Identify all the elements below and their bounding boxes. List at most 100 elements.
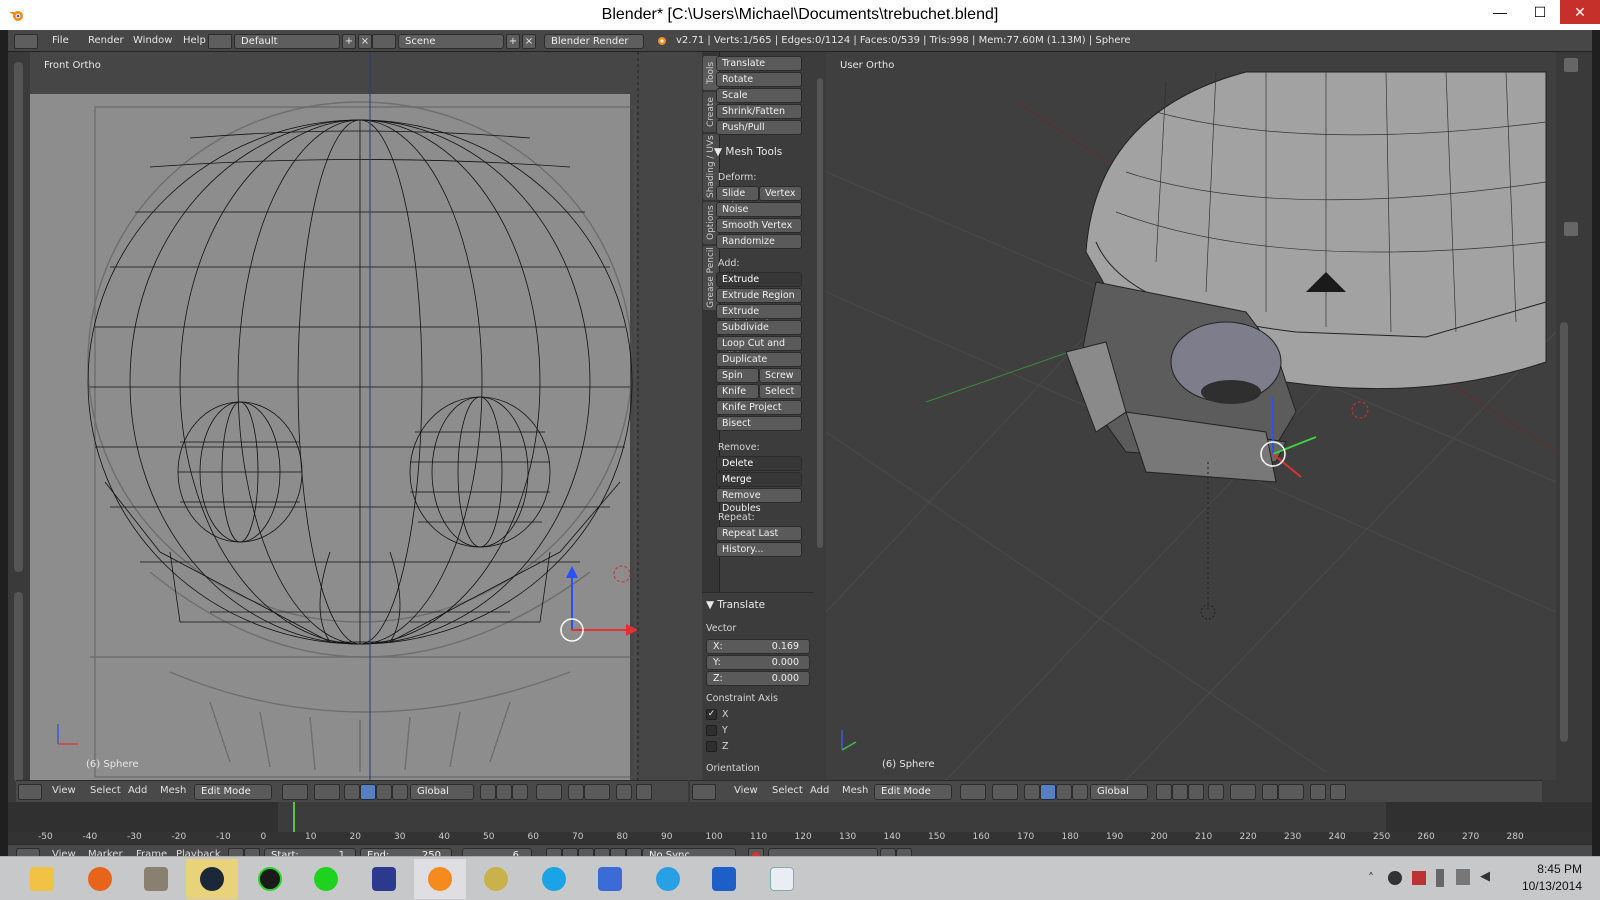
maximize-button[interactable]: ☐: [1520, 0, 1560, 24]
view-settings-icon[interactable]: [1564, 222, 1578, 236]
vector-y-field[interactable]: Y: 0.000: [706, 655, 810, 670]
menu-view[interactable]: View: [734, 785, 758, 796]
magnet-snap-icon[interactable]: [1262, 784, 1278, 800]
manipulator-toggle-icon[interactable]: [344, 784, 360, 800]
menu-select[interactable]: Select: [772, 785, 803, 796]
layout-icon[interactable]: [208, 34, 232, 49]
pivot-point-icon[interactable]: [314, 784, 340, 800]
scale-manipulator-icon[interactable]: [1072, 784, 1088, 800]
extrude-region-button[interactable]: Extrude Region: [716, 288, 802, 303]
viewport-shading-icon[interactable]: [282, 784, 308, 800]
randomize-button[interactable]: Randomize: [716, 234, 802, 249]
spin-button[interactable]: Spin: [716, 368, 759, 383]
edge-select-icon[interactable]: [496, 784, 512, 800]
tray-chevron-icon[interactable]: ˄: [1368, 871, 1374, 885]
rotate-manipulator-icon[interactable]: [376, 784, 392, 800]
menu-window[interactable]: Window: [129, 33, 176, 49]
render-preview-icon[interactable]: [1310, 784, 1326, 800]
push-pull-button[interactable]: Push/Pull: [716, 120, 802, 135]
current-frame-cursor[interactable]: [293, 802, 296, 832]
face-select-icon[interactable]: [512, 784, 528, 800]
camera-icon[interactable]: [636, 784, 652, 800]
remove-layout-icon[interactable]: ×: [358, 34, 372, 49]
slide-edge-button[interactable]: Slide Ed: [716, 186, 759, 212]
merge-dropdown[interactable]: Merge: [716, 472, 802, 487]
remote-desktop-icon[interactable]: [584, 859, 636, 899]
add-scene-icon[interactable]: +: [506, 34, 520, 49]
occlude-geometry-icon[interactable]: [1208, 784, 1224, 800]
screw-button[interactable]: Screw: [759, 368, 802, 383]
loop-cut-slide-button[interactable]: Loop Cut and Slide: [716, 336, 802, 362]
close-button[interactable]: ✕: [1560, 0, 1600, 24]
translate-manipulator-icon[interactable]: [360, 784, 376, 800]
bisect-button[interactable]: Bisect: [716, 416, 802, 431]
user-ortho-viewport[interactable]: User Ortho (6) Sphere: [826, 52, 1556, 780]
menu-add[interactable]: Add: [128, 785, 147, 796]
proportional-edit-icon[interactable]: [536, 784, 562, 800]
paint-icon[interactable]: [470, 859, 522, 899]
pivot-point-icon[interactable]: [992, 784, 1018, 800]
menu-file[interactable]: File: [48, 33, 73, 49]
volume-icon[interactable]: ◀: [1480, 869, 1494, 885]
editor-type-info-icon[interactable]: [14, 34, 38, 49]
right-scrollbar[interactable]: [1560, 322, 1568, 742]
menu-mesh[interactable]: Mesh: [842, 785, 868, 796]
translate-button[interactable]: Translate: [716, 56, 802, 71]
magnet-snap-icon[interactable]: [568, 784, 584, 800]
repeat-last-button[interactable]: Repeat Last: [716, 526, 802, 541]
timeline-area[interactable]: -50 -40 -30 -20 -10 0 10 20 30 40 50 60 70 80 90 100 110…: [8, 802, 1592, 844]
vertex-select-icon[interactable]: [1156, 784, 1172, 800]
extrude-individual-button[interactable]: Extrude Individual: [716, 304, 802, 330]
minimize-button[interactable]: —: [1480, 0, 1520, 24]
knife-button[interactable]: Knife: [716, 384, 759, 399]
render-engine-select[interactable]: Blender Render: [544, 34, 644, 49]
cloud-app-icon[interactable]: [300, 859, 352, 899]
camera-icon[interactable]: [1330, 784, 1346, 800]
image-viewer-icon[interactable]: [756, 859, 808, 899]
editor-type-3d-icon[interactable]: [18, 784, 42, 800]
face-select-icon[interactable]: [1188, 784, 1204, 800]
tool-shelf-scrollbar[interactable]: [814, 52, 826, 780]
viewport-shading-icon[interactable]: [960, 784, 986, 800]
skype-metro-icon[interactable]: [642, 859, 694, 899]
left-scrollbar[interactable]: [14, 62, 23, 572]
menu-mesh[interactable]: Mesh: [160, 785, 186, 796]
proportional-edit-icon[interactable]: [1230, 784, 1256, 800]
scale-manipulator-icon[interactable]: [392, 784, 408, 800]
network-icon[interactable]: [1456, 869, 1470, 885]
knife-select-button[interactable]: Select: [759, 384, 802, 399]
smooth-vertex-button[interactable]: Smooth Vertex: [716, 218, 802, 233]
system-clock[interactable]: 8:45 PM 10/13/2014: [1522, 861, 1582, 895]
gimp-icon[interactable]: [130, 859, 182, 899]
history-button[interactable]: History...: [716, 542, 802, 557]
scale-button[interactable]: Scale: [716, 88, 802, 103]
scene-field[interactable]: Scene: [398, 34, 504, 49]
rotate-button[interactable]: Rotate: [716, 72, 802, 87]
scene-icon[interactable]: [372, 34, 396, 49]
editor-type-3d-icon[interactable]: [692, 784, 716, 800]
add-layout-icon[interactable]: +: [342, 34, 356, 49]
menu-select[interactable]: Select: [90, 785, 121, 796]
menu-add[interactable]: Add: [810, 785, 829, 796]
mesh-tools-panel-header[interactable]: ▼ Mesh Tools: [714, 146, 782, 158]
vertex-select-icon[interactable]: [480, 784, 496, 800]
vector-x-field[interactable]: X: 0.169: [706, 639, 810, 654]
remove-doubles-button[interactable]: Remove Doubles: [716, 488, 802, 514]
operator-panel-header[interactable]: ▼ Translate: [706, 599, 765, 611]
rotate-manipulator-icon[interactable]: [1056, 784, 1072, 800]
noise-button[interactable]: Noise: [716, 202, 802, 217]
file-explorer-icon[interactable]: [16, 859, 68, 899]
subdivide-button[interactable]: Subdivide: [716, 320, 802, 335]
tray-flag-icon[interactable]: [1412, 871, 1426, 885]
left-scrollbar-lower[interactable]: [14, 592, 23, 782]
slide-vertex-button[interactable]: Vertex: [759, 186, 802, 201]
menu-help[interactable]: Help: [179, 33, 210, 49]
razer-icon[interactable]: [244, 859, 296, 899]
constraint-y-checkbox[interactable]: [706, 725, 717, 736]
manipulator-toggle-icon[interactable]: [1024, 784, 1040, 800]
menu-view[interactable]: View: [52, 785, 76, 796]
blender-taskbar-icon[interactable]: [414, 859, 466, 899]
translate-manipulator-icon[interactable]: [1040, 784, 1056, 800]
battery-icon[interactable]: [1436, 869, 1444, 887]
edge-select-icon[interactable]: [1172, 784, 1188, 800]
